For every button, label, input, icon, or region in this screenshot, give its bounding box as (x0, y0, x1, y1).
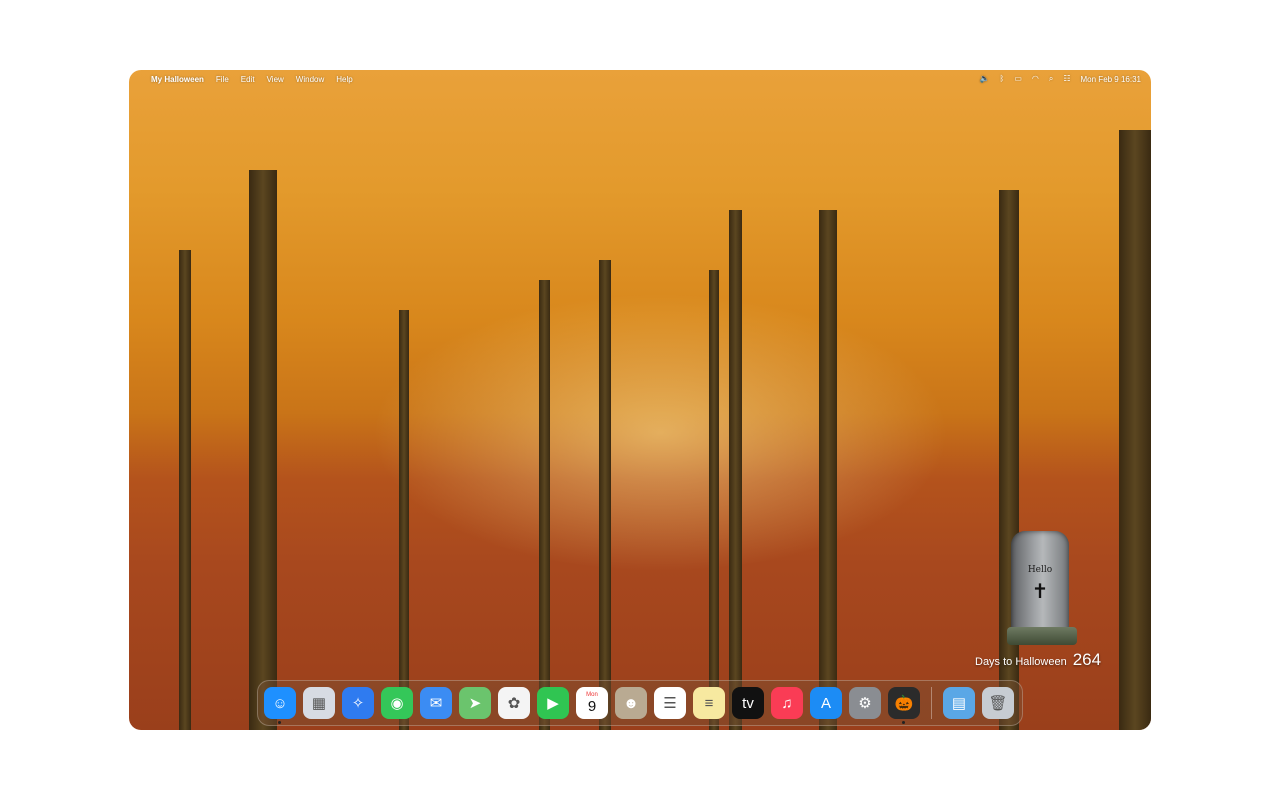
notes-icon[interactable]: ≡ (693, 687, 725, 719)
calendar-day: 9 (587, 697, 597, 715)
tombstone-widget[interactable]: Hello ✝ (1007, 527, 1077, 649)
launchpad-icon[interactable]: ▦ (303, 687, 335, 719)
running-indicator (278, 721, 281, 724)
tree-trunk (1119, 130, 1151, 730)
mail-icon[interactable]: ✉ (420, 687, 452, 719)
messages-icon[interactable]: ◉ (381, 687, 413, 719)
menu-bar: My Halloween File Edit View Window Help … (129, 70, 1151, 88)
calendar-icon[interactable]: Mon 9 (576, 687, 608, 719)
photos-icon[interactable]: ✿ (498, 687, 530, 719)
tree-trunk (539, 280, 550, 730)
cross-icon: ✝ (1031, 581, 1049, 603)
tree-trunk (599, 260, 611, 730)
app-menu[interactable]: My Halloween (151, 75, 204, 84)
tree-trunk (399, 310, 409, 730)
tree-trunk (249, 170, 277, 730)
reminders-icon[interactable]: ☰ (654, 687, 686, 719)
menu-file[interactable]: File (216, 75, 229, 84)
contacts-icon[interactable]: ☻ (615, 687, 647, 719)
folder-icon[interactable]: ▤ (943, 687, 975, 719)
facetime-icon[interactable]: ▶ (537, 687, 569, 719)
safari-icon[interactable]: ✧ (342, 687, 374, 719)
search-icon[interactable]: ⌕ (1049, 75, 1053, 83)
countdown-label: Days to Halloween (975, 656, 1067, 668)
menu-view[interactable]: View (267, 75, 284, 84)
halloween-countdown: Days to Halloween 264 (975, 650, 1101, 670)
tree-trunk (709, 270, 719, 730)
tombstone-text: Hello (1027, 565, 1053, 575)
tombstone-base (1007, 627, 1077, 645)
dock: ☺ ▦ ✧ ◉ ✉ ➤ ✿ ▶ Mon 9 ☻ ☰ ≡ tv ♫ A ⚙ 🎃 ▤ 🗑 (257, 680, 1023, 726)
pumpkin-icon[interactable]: 🎃 (888, 687, 920, 724)
dock-separator (931, 687, 932, 719)
menu-edit[interactable]: Edit (241, 75, 255, 84)
music-icon[interactable]: ♫ (771, 687, 803, 719)
control-center-icon[interactable]: ☷ (1063, 75, 1070, 83)
maps-icon[interactable]: ➤ (459, 687, 491, 719)
tree-trunk (179, 250, 191, 730)
tree-trunk (999, 190, 1019, 730)
tv-icon[interactable]: tv (732, 687, 764, 719)
menu-window[interactable]: Window (296, 75, 324, 84)
wifi-icon[interactable]: ◠ (1032, 75, 1039, 83)
tree-trunk (729, 210, 742, 730)
menu-bar-clock[interactable]: Mon Feb 9 16:31 (1081, 75, 1141, 84)
running-indicator (902, 721, 905, 724)
app-store-icon[interactable]: A (810, 687, 842, 719)
trash-icon[interactable]: 🗑 (982, 687, 1014, 719)
battery-icon[interactable]: ▭ (1014, 75, 1022, 83)
tree-trunk (819, 210, 837, 730)
countdown-value: 264 (1072, 650, 1102, 669)
bluetooth-icon[interactable]: ᛒ (1000, 75, 1005, 83)
desktop: My Halloween File Edit View Window Help … (129, 70, 1151, 730)
volume-icon[interactable]: 🔈 (980, 75, 990, 83)
finder-icon[interactable]: ☺ (264, 687, 296, 724)
menu-help[interactable]: Help (336, 75, 352, 84)
settings-icon[interactable]: ⚙ (849, 687, 881, 719)
